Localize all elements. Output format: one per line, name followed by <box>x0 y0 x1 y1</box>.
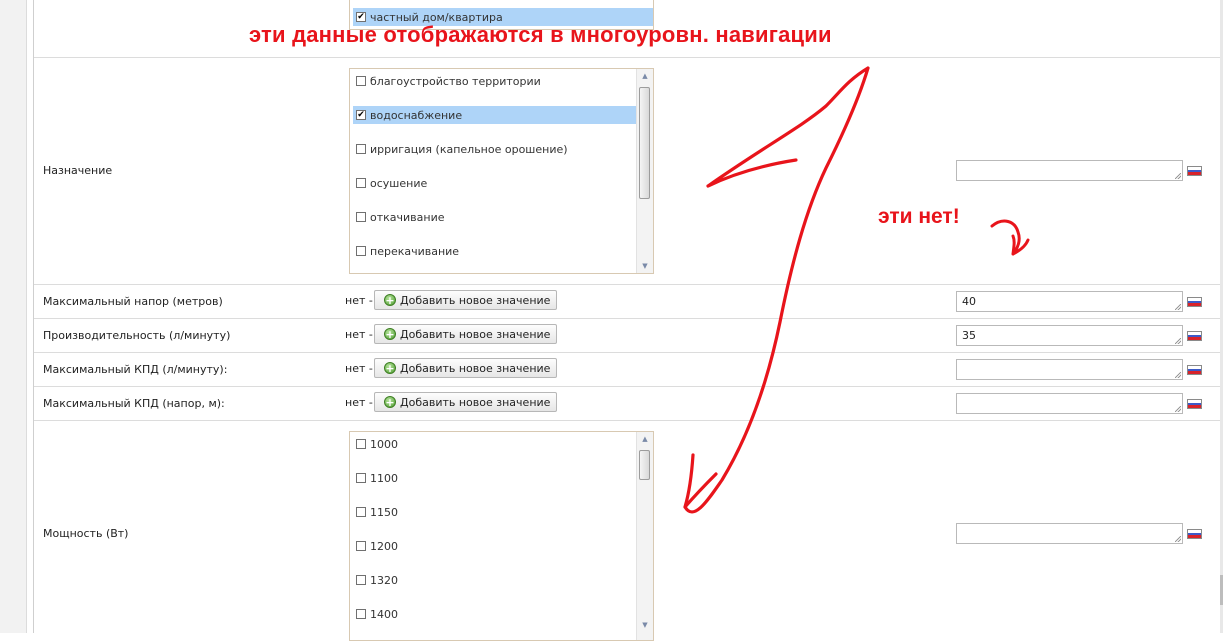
row-divider <box>34 284 1220 285</box>
list-item-label: 1150 <box>370 505 398 519</box>
row-divider <box>34 57 1220 58</box>
annotation-side-note: эти нет! <box>878 205 960 228</box>
annotation-arrow-small <box>990 219 1030 256</box>
checkbox-icon[interactable] <box>356 473 366 483</box>
russian-flag-icon[interactable] <box>1187 529 1202 539</box>
checkbox-checked-icon[interactable]: ✔ <box>356 12 366 22</box>
checkbox-icon[interactable] <box>356 541 366 551</box>
list-item-label: осушение <box>370 176 428 190</box>
listbox-scrollbar[interactable]: ▲ ▼ <box>636 69 653 273</box>
list-item-label: 1000 <box>370 437 398 451</box>
plus-circle-icon: + <box>384 328 396 341</box>
row-divider <box>34 420 1220 421</box>
empty-value-text: нет - <box>345 294 373 307</box>
russian-flag-icon[interactable] <box>1187 297 1202 307</box>
list-item[interactable]: 1320 <box>353 571 398 589</box>
row-divider <box>34 352 1220 353</box>
list-item-label: 1100 <box>370 471 398 485</box>
list-item[interactable]: 1200 <box>353 537 398 555</box>
list-item[interactable]: 1000 <box>353 435 398 453</box>
row-divider <box>34 386 1220 387</box>
empty-value-text: нет - <box>345 396 373 409</box>
list-item[interactable]: 1100 <box>353 469 398 487</box>
annotation-arrow-main <box>683 66 870 514</box>
list-item-label: ирригация (капельное орошение) <box>370 142 568 156</box>
field-label-max-napor: Максимальный напор (метров) <box>43 295 223 308</box>
scroll-down-arrow-icon[interactable]: ▼ <box>637 259 653 273</box>
list-item-label: 1320 <box>370 573 398 587</box>
list-item-label: откачивание <box>370 210 445 224</box>
naznachenie-listbox[interactable]: благоустройство территории ✔ водоснабжен… <box>349 68 654 274</box>
list-item-label: 1200 <box>370 539 398 553</box>
scroll-thumb[interactable] <box>639 450 650 480</box>
russian-flag-icon[interactable] <box>1187 365 1202 375</box>
add-value-button[interactable]: + Добавить новое значение <box>374 324 557 344</box>
moshchnost-listbox[interactable]: 1000 1100 1150 1200 1320 1400 ▲ ▼ <box>349 431 654 641</box>
scroll-up-arrow-icon[interactable]: ▲ <box>637 69 653 83</box>
max-napor-value-field[interactable]: 40 <box>956 291 1183 312</box>
max-kpd-l-value-field[interactable] <box>956 359 1183 380</box>
field-label-max-kpd-napor: Максимальный КПД (напор, м): <box>43 397 225 410</box>
moshchnost-value-field[interactable] <box>956 523 1183 544</box>
proizvoditelnost-value-field[interactable]: 35 <box>956 325 1183 346</box>
list-item[interactable]: перекачивание <box>353 242 459 260</box>
list-item-label: 1400 <box>370 607 398 621</box>
checkbox-icon[interactable] <box>356 246 366 256</box>
russian-flag-icon[interactable] <box>1187 399 1202 409</box>
checkbox-icon[interactable] <box>356 575 366 585</box>
list-item[interactable]: ирригация (капельное орошение) <box>353 140 568 158</box>
add-value-button[interactable]: + Добавить новое значение <box>374 392 557 412</box>
add-value-button-label: Добавить новое значение <box>400 361 551 375</box>
left-border <box>33 0 34 633</box>
list-item-label: перекачивание <box>370 244 460 258</box>
checkbox-icon[interactable] <box>356 144 366 154</box>
scroll-down-arrow-icon[interactable]: ▼ <box>637 618 653 632</box>
field-label-max-kpd-l: Максимальный КПД (л/минуту): <box>43 363 228 376</box>
field-label-naznachenie: Назначение <box>43 164 113 177</box>
scroll-thumb[interactable] <box>639 87 650 199</box>
checkbox-icon[interactable] <box>356 609 366 619</box>
checkbox-icon[interactable] <box>356 76 366 86</box>
plus-circle-icon: + <box>384 294 396 307</box>
plus-circle-icon: + <box>384 362 396 375</box>
listbox-scrollbar[interactable]: ▲ ▼ <box>636 432 653 640</box>
checkbox-icon[interactable] <box>356 178 366 188</box>
naznachenie-value-field[interactable] <box>956 160 1183 181</box>
checkbox-icon[interactable] <box>356 439 366 449</box>
add-value-button[interactable]: + Добавить новое значение <box>374 290 557 310</box>
list-item-label: водоснабжение <box>370 108 463 122</box>
scroll-up-arrow-icon[interactable]: ▲ <box>637 432 653 446</box>
field-label-moshchnost: Мощность (Вт) <box>43 527 129 540</box>
list-item[interactable]: откачивание <box>353 208 445 226</box>
list-item-label: благоустройство территории <box>370 74 541 88</box>
list-item[interactable]: 1400 <box>353 605 398 623</box>
list-item[interactable]: благоустройство территории <box>353 72 541 90</box>
left-panel-strip <box>0 0 27 633</box>
add-value-button[interactable]: + Добавить новое значение <box>374 358 557 378</box>
empty-value-text: нет - <box>345 328 373 341</box>
add-value-button-label: Добавить новое значение <box>400 395 551 409</box>
russian-flag-icon[interactable] <box>1187 331 1202 341</box>
max-kpd-napor-value-field[interactable] <box>956 393 1183 414</box>
checkbox-icon[interactable] <box>356 212 366 222</box>
empty-value-text: нет - <box>345 362 373 375</box>
list-item[interactable]: 1150 <box>353 503 398 521</box>
add-value-button-label: Добавить новое значение <box>400 293 551 307</box>
list-item[interactable]: осушение <box>353 174 427 192</box>
russian-flag-icon[interactable] <box>1187 166 1202 176</box>
add-value-button-label: Добавить новое значение <box>400 327 551 341</box>
checkbox-icon[interactable] <box>356 507 366 517</box>
field-label-proizvoditelnost: Производительность (л/минуту) <box>43 329 231 342</box>
annotation-top-note: эти данные отображаются в многоуровн. на… <box>249 22 832 47</box>
row-divider <box>34 318 1220 319</box>
list-item[interactable]: ✔ водоснабжение <box>353 106 636 124</box>
plus-circle-icon: + <box>384 396 396 409</box>
checkbox-checked-icon[interactable]: ✔ <box>356 110 366 120</box>
